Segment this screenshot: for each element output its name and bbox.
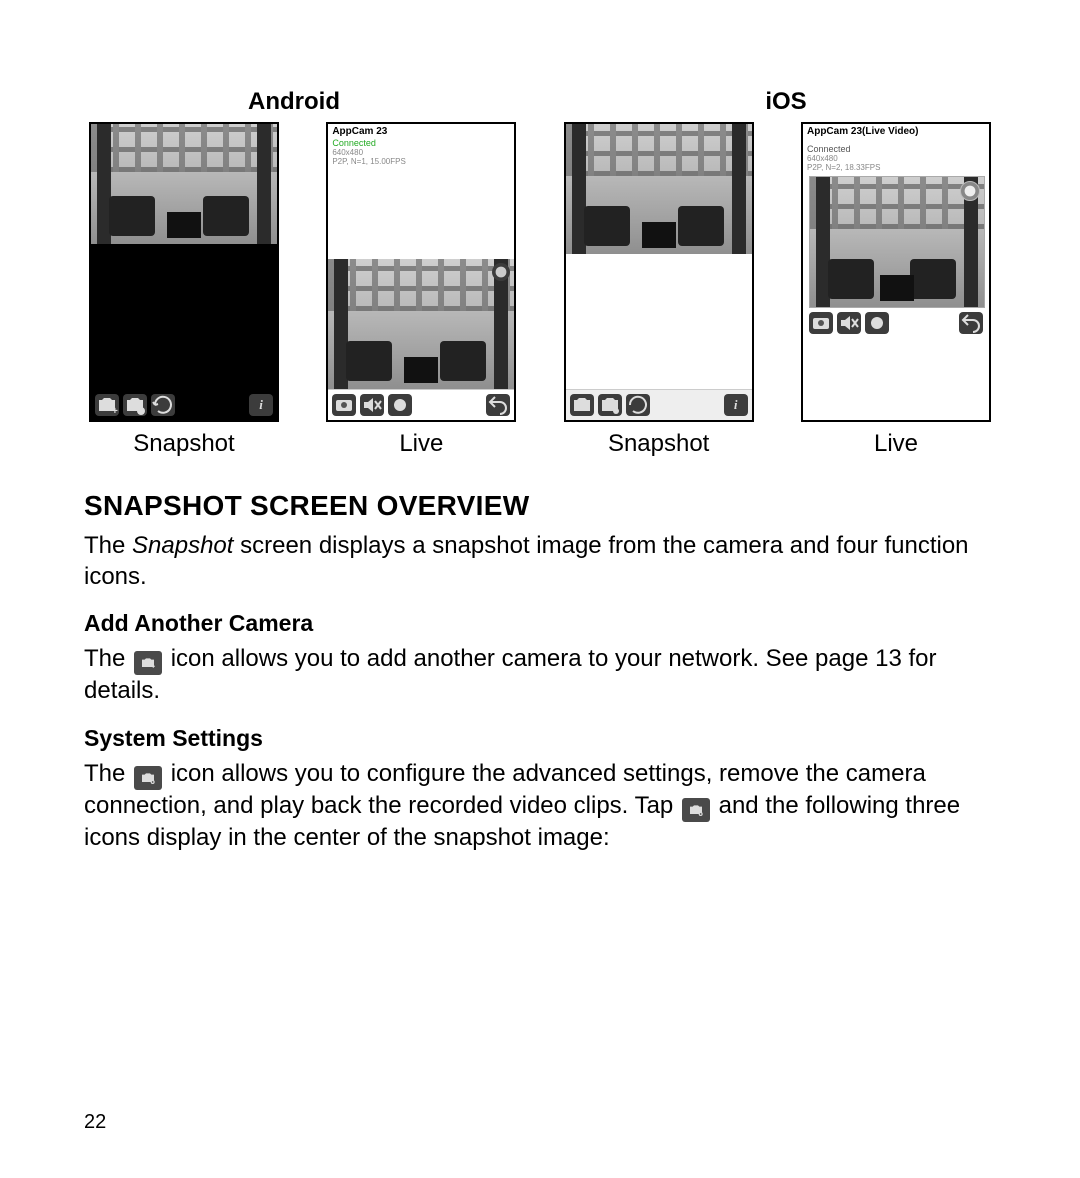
manual-page: Android iOS + (0, 0, 1080, 1178)
android-live-col: AppCam 23 Connected 640x480 P2P, N=1, 15… (321, 122, 521, 458)
camera-resolution: 640x480 (332, 148, 510, 157)
ios-live-status: AppCam 23(Live Video) Connected 640x480 … (803, 124, 989, 172)
android-snapshot-col: + i Snapshot (84, 122, 284, 458)
caption-snapshot: Snapshot (133, 430, 234, 458)
camera-icon[interactable] (809, 312, 833, 334)
text: icon allows you to add another camera to… (84, 645, 936, 704)
ios-live-col: AppCam 23(Live Video) Connected 640x480 … (796, 122, 996, 458)
camera-plus-icon[interactable] (570, 394, 594, 416)
paragraph-add-camera: The icon allows you to add another camer… (84, 643, 996, 706)
camera-plus-icon (134, 651, 162, 675)
record-icon[interactable] (865, 312, 889, 334)
camera-resolution: 640x480 (807, 154, 985, 163)
camera-gear-icon (682, 798, 710, 822)
ios-snapshot-col: i Snapshot (559, 122, 759, 458)
ios-snapshot-screen: i (564, 122, 754, 422)
android-live-screen: AppCam 23 Connected 640x480 P2P, N=1, 15… (326, 122, 516, 422)
android-live-toolbar (328, 389, 514, 420)
info-icon[interactable]: i (724, 394, 748, 416)
refresh-icon[interactable] (151, 394, 175, 416)
screenshot-row: + i Snapshot AppCam 23 C (84, 122, 996, 458)
camera-gear-icon[interactable] (598, 394, 622, 416)
paragraph-overview: The Snapshot screen displays a snapshot … (84, 530, 996, 592)
caption-snapshot: Snapshot (608, 430, 709, 458)
camera-status: Connected (807, 144, 985, 154)
camera-fps: P2P, N=1, 15.00FPS (332, 157, 510, 166)
heading-add-camera: Add Another Camera (84, 610, 996, 637)
text: The (84, 760, 132, 787)
platform-header-row: Android iOS (84, 88, 996, 116)
camera-fps: P2P, N=2, 18.33FPS (807, 163, 985, 172)
svg-text:+: + (112, 406, 118, 417)
ios-live-video-wrap (803, 172, 989, 334)
mute-icon[interactable] (360, 394, 384, 416)
camera-gear-icon[interactable] (123, 394, 147, 416)
android-snapshot-toolbar: + i (91, 390, 277, 420)
mute-icon[interactable] (837, 312, 861, 334)
ios-live-screen: AppCam 23(Live Video) Connected 640x480 … (801, 122, 991, 422)
text-italic: Snapshot (132, 532, 233, 559)
info-icon[interactable]: i (249, 394, 273, 416)
paragraph-system-settings: The icon allows you to configure the adv… (84, 758, 996, 853)
camera-gear-icon (134, 766, 162, 790)
camera-scene (566, 124, 752, 254)
black-area (91, 244, 277, 390)
text: The (84, 532, 132, 559)
ios-live-toolbar (809, 312, 983, 334)
heading-overview: Snapshot Screen Overview (84, 490, 996, 522)
caption-live: Live (399, 430, 443, 458)
record-icon[interactable] (388, 394, 412, 416)
platform-ios-label: iOS (576, 88, 996, 116)
camera-plus-icon[interactable]: + (95, 394, 119, 416)
record-indicator-icon (960, 181, 980, 201)
refresh-icon[interactable] (626, 394, 650, 416)
record-indicator-icon (492, 263, 510, 281)
back-icon[interactable] (959, 312, 983, 334)
caption-live: Live (874, 430, 918, 458)
page-number: 22 (84, 1111, 106, 1134)
camera-name: AppCam 23(Live Video) (807, 126, 985, 138)
camera-scene (809, 176, 985, 308)
android-live-status: AppCam 23 Connected 640x480 P2P, N=1, 15… (328, 124, 514, 166)
android-snapshot-screen: + i (89, 122, 279, 422)
text: The (84, 645, 132, 672)
camera-scene (328, 259, 514, 389)
heading-system-settings: System Settings (84, 725, 996, 752)
camera-scene (91, 124, 277, 244)
camera-name: AppCam 23 (332, 126, 510, 138)
back-icon[interactable] (486, 394, 510, 416)
ios-snapshot-toolbar: i (566, 389, 752, 420)
camera-icon[interactable] (332, 394, 356, 416)
camera-status: Connected (332, 138, 510, 148)
platform-android-label: Android (84, 88, 504, 116)
